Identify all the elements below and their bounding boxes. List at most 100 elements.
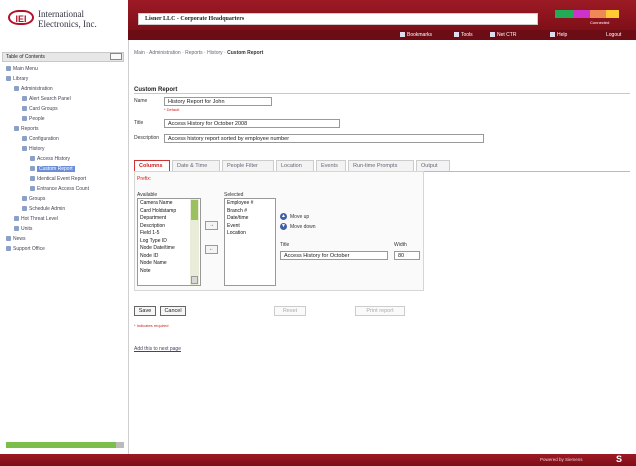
status-label: Connected xyxy=(590,20,610,25)
column-title-field[interactable]: Access History for October xyxy=(280,251,388,260)
tree-node-label: Main Menu xyxy=(13,66,38,72)
selected-column-item[interactable]: Location xyxy=(227,230,246,236)
available-column-item[interactable]: Card Holdstamp xyxy=(140,208,176,214)
tree-node-label: News xyxy=(13,236,26,242)
tree-node[interactable]: Units xyxy=(14,226,32,232)
available-column-item[interactable]: Field 1-5 xyxy=(140,230,159,236)
company-logo: IEI xyxy=(8,10,34,25)
status-indicator xyxy=(555,10,619,18)
tree-node-label: Administration xyxy=(21,86,53,92)
reset-button[interactable]: Reset xyxy=(274,306,306,316)
tab-output[interactable]: Output xyxy=(416,160,450,171)
tab-people-filter[interactable]: People Filter xyxy=(222,160,274,171)
tab-location[interactable]: Location xyxy=(276,160,314,171)
tree-header: Table of Contents xyxy=(2,52,124,62)
tree-node[interactable]: Groups xyxy=(22,196,45,202)
move-up-icon[interactable]: ▲ xyxy=(280,213,287,220)
title-field[interactable]: Access History for October 2008 xyxy=(164,119,340,128)
tab-columns[interactable]: Columns xyxy=(134,160,170,171)
folder-icon xyxy=(22,96,27,102)
available-list-scroll-thumb[interactable] xyxy=(191,200,198,220)
available-column-item[interactable]: Node Name xyxy=(140,260,167,266)
tree-node[interactable]: People xyxy=(22,116,45,122)
tree-node[interactable]: Reports xyxy=(14,126,39,132)
prefix-label: Prefix: xyxy=(137,176,152,182)
tree-node[interactable]: Alert Search Panel xyxy=(22,96,71,102)
column-width-field[interactable]: 80 xyxy=(394,251,420,260)
menu-help[interactable]: Help xyxy=(550,31,567,39)
sidebar-scrollbar[interactable] xyxy=(6,442,116,448)
available-column-item[interactable]: Note xyxy=(140,268,151,274)
tree-node[interactable]: Hot Threat Level xyxy=(14,216,58,222)
tab-run-time-prompts[interactable]: Run-time Prompts xyxy=(348,160,414,171)
tree-node-label: Card Groups xyxy=(29,106,58,112)
available-column-item[interactable]: Description xyxy=(140,223,165,229)
available-column-item[interactable]: Log Type ID xyxy=(140,238,167,244)
tree-node-label: Alert Search Panel xyxy=(29,96,71,102)
tree-node[interactable]: History xyxy=(22,146,45,152)
menu-net[interactable]: Net CTR xyxy=(490,31,516,39)
add-column-button[interactable]: → xyxy=(205,221,218,230)
tree-node[interactable]: Configuration xyxy=(22,136,59,142)
tree-node-label: Reports xyxy=(21,126,39,132)
remove-column-button[interactable]: ← xyxy=(205,245,218,254)
folder-icon xyxy=(22,106,27,112)
selected-column-item[interactable]: Date/time xyxy=(227,215,248,221)
breadcrumb-current: Custom Report xyxy=(227,50,264,56)
tree-node[interactable]: Library xyxy=(6,76,28,82)
tree-node[interactable]: Identical Event Report xyxy=(30,176,86,182)
folder-icon xyxy=(22,136,27,142)
tree-node[interactable]: Administration xyxy=(14,86,53,92)
move-up-label[interactable]: Move up xyxy=(290,214,309,220)
available-column-item[interactable]: Node ID xyxy=(140,253,158,259)
selected-column-item[interactable]: Event xyxy=(227,223,240,229)
tree-node[interactable]: Support Office xyxy=(6,246,45,252)
tree-node[interactable]: Access History xyxy=(30,156,70,162)
tree-node-label: Schedule Admin xyxy=(29,206,66,212)
add-to-page-link[interactable]: Add this to next page xyxy=(134,346,181,352)
tree-node[interactable]: Schedule Admin xyxy=(22,206,65,212)
folder-icon xyxy=(6,236,11,242)
available-column-item[interactable]: Camera Name xyxy=(140,200,173,206)
tree-node[interactable]: Custom Report xyxy=(30,166,75,172)
tab-events[interactable]: Events xyxy=(316,160,346,171)
breadcrumb-main[interactable]: Main xyxy=(134,50,145,56)
tab-date-time[interactable]: Date & Time xyxy=(172,160,220,171)
folder-icon xyxy=(30,156,35,162)
sidebar-scroll-thumb[interactable] xyxy=(116,442,124,448)
breadcrumb-administration[interactable]: Administration xyxy=(149,50,181,56)
print-report-button[interactable]: Print report xyxy=(355,306,405,316)
menu-logout[interactable]: Logout xyxy=(606,31,621,39)
folder-icon xyxy=(22,146,27,152)
selected-column-item[interactable]: Branch # xyxy=(227,208,247,214)
tree-node[interactable]: News xyxy=(6,236,26,242)
available-column-item[interactable]: Node Date/time xyxy=(140,245,175,251)
tree-node[interactable]: Main Menu xyxy=(6,66,38,72)
folder-icon xyxy=(14,126,19,132)
selected-column-item[interactable]: Employee # xyxy=(227,200,253,206)
menu-tools[interactable]: Tools xyxy=(454,31,473,39)
folder-icon xyxy=(14,226,19,232)
move-down-icon[interactable]: ▼ xyxy=(280,223,287,230)
name-field[interactable]: History Report for John xyxy=(164,97,272,106)
required-note: * Indicates required xyxy=(134,323,169,328)
tree-node[interactable]: Entrance Access Count xyxy=(30,186,89,192)
save-button[interactable]: Save xyxy=(134,306,156,316)
tree-node-label: Groups xyxy=(29,196,46,202)
folder-icon xyxy=(30,166,35,172)
breadcrumb-reports[interactable]: Reports xyxy=(185,50,203,56)
cancel-button[interactable]: Cancel xyxy=(160,306,186,316)
tree-collapse-button[interactable] xyxy=(110,53,122,60)
tree-node-label: Entrance Access Count xyxy=(37,186,89,192)
divider xyxy=(134,93,630,94)
available-column-item[interactable]: Department xyxy=(140,215,166,221)
breadcrumb-history[interactable]: History xyxy=(207,50,223,56)
window-title: Lisner LLC - Corporate Headquarters xyxy=(138,13,538,25)
tree-node[interactable]: Card Groups xyxy=(22,106,58,112)
description-field[interactable]: Access history report sorted by employee… xyxy=(164,134,484,143)
company-name-line2: Electronics, Inc. xyxy=(38,19,97,29)
menu-bookmarks[interactable]: Bookmarks xyxy=(400,31,432,39)
folder-icon xyxy=(30,176,35,182)
available-list-scroll-down[interactable] xyxy=(191,276,198,284)
move-down-label[interactable]: Move down xyxy=(290,224,316,230)
